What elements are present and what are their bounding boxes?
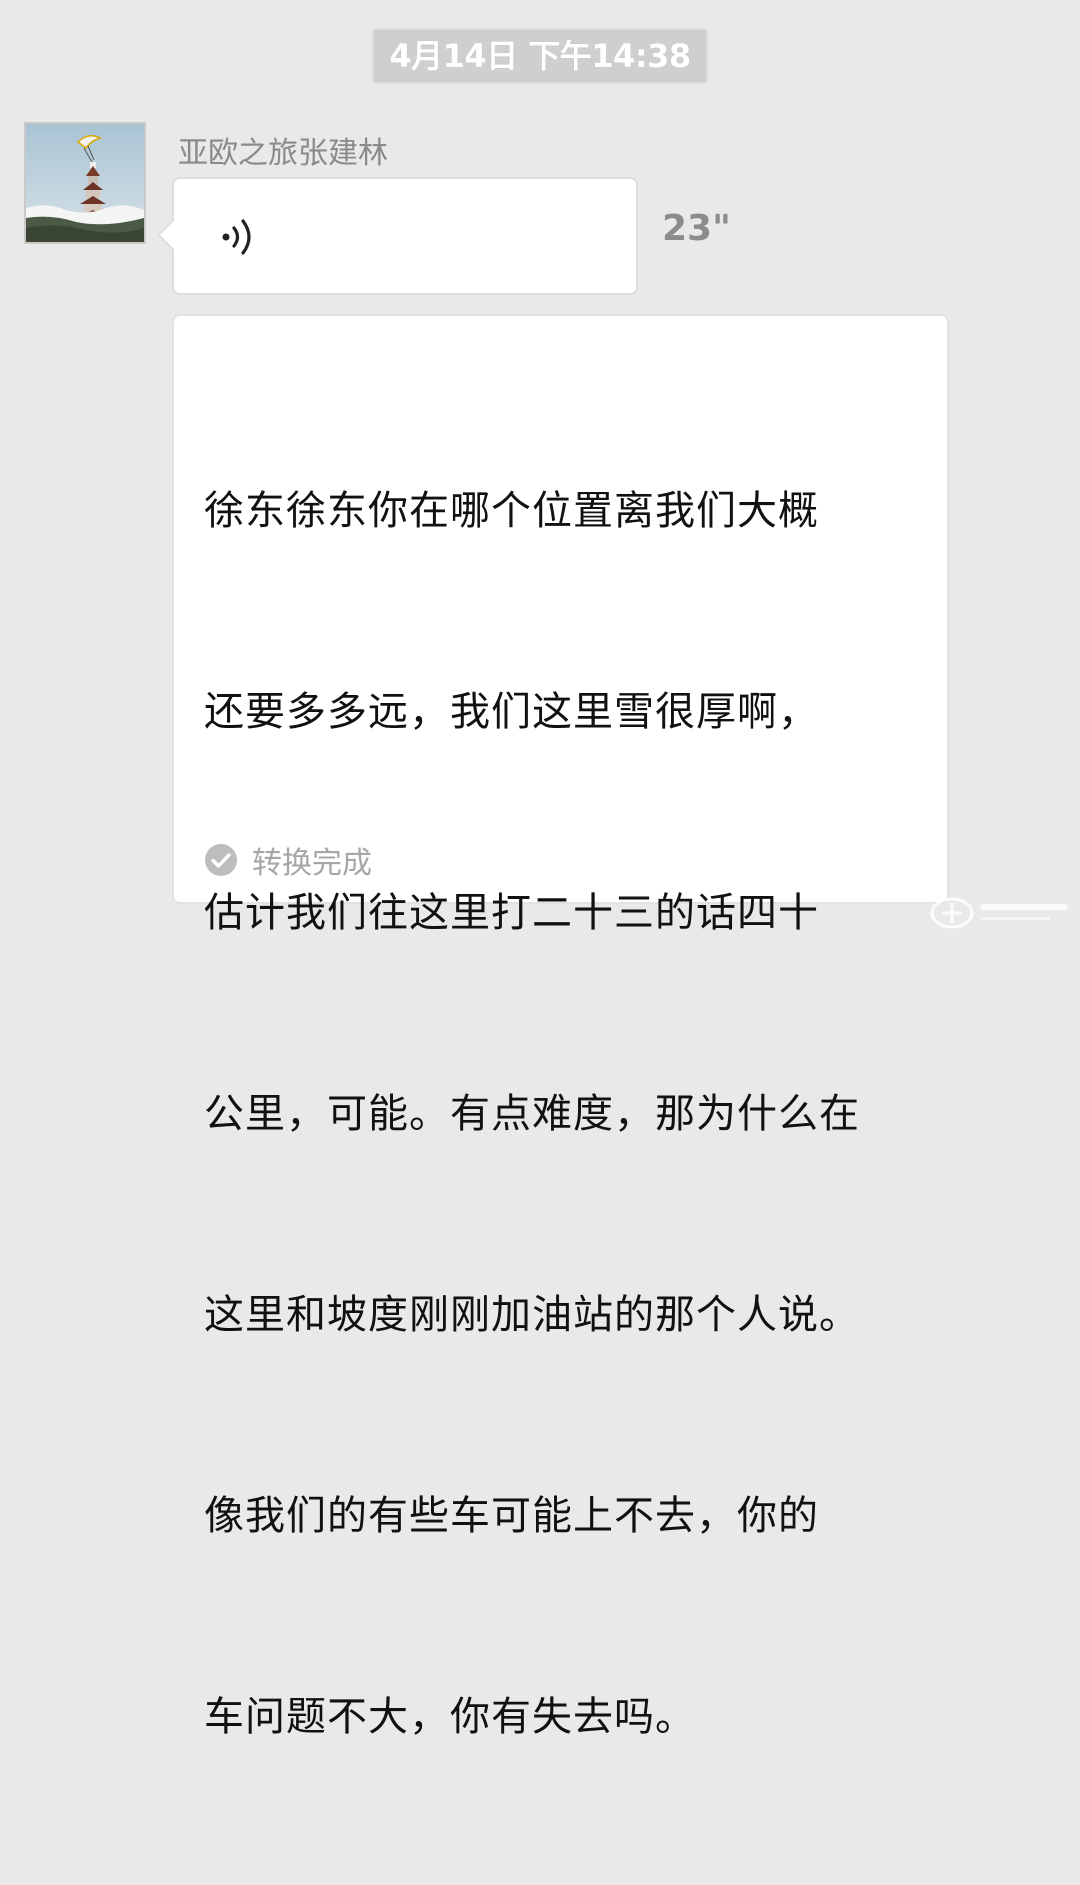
sender-name: 亚欧之旅张建林 (178, 136, 388, 171)
transcript-line: 这里和坡度刚刚加油站的那个人说。 (204, 1292, 860, 1338)
transcript-text: 徐东徐东你在哪个位置离我们大概 还要多多远，我们这里雪很厚啊， 估计我们往这里打… (204, 344, 934, 1885)
transcript-line: 还要多多远，我们这里雪很厚啊， (204, 689, 819, 735)
transcript-line: 公里，可能。有点难度，那为什么在 (204, 1091, 860, 1137)
sender-avatar[interactable] (24, 122, 146, 244)
transcript-line: 徐东徐东你在哪个位置离我们大概 (204, 488, 819, 534)
chat-timestamp: 4月14日 下午14:38 (372, 28, 708, 84)
check-circle-icon (205, 844, 237, 876)
transcript-line: 估计我们往这里打二十三的话四十 (204, 890, 819, 936)
transcript-card[interactable]: 徐东徐东你在哪个位置离我们大概 还要多多远，我们这里雪很厚啊， 估计我们往这里打… (172, 314, 949, 1740)
voice-duration-label: 23" (662, 208, 731, 249)
voice-wave-icon (222, 219, 251, 255)
watermark (930, 890, 1074, 936)
transcription-status: 转换完成 (204, 840, 372, 881)
transcript-line: 车问题不大，你有失去吗。 (204, 1694, 696, 1740)
watermark-logo-icon (930, 897, 1068, 929)
transcript-line: 像我们的有些车可能上不去，你的 (204, 1493, 819, 1539)
voice-message-bubble[interactable] (157, 177, 638, 295)
pagoda-avatar-icon (26, 124, 144, 242)
bubble-tail (160, 221, 174, 249)
status-label: 转换完成 (252, 846, 372, 881)
